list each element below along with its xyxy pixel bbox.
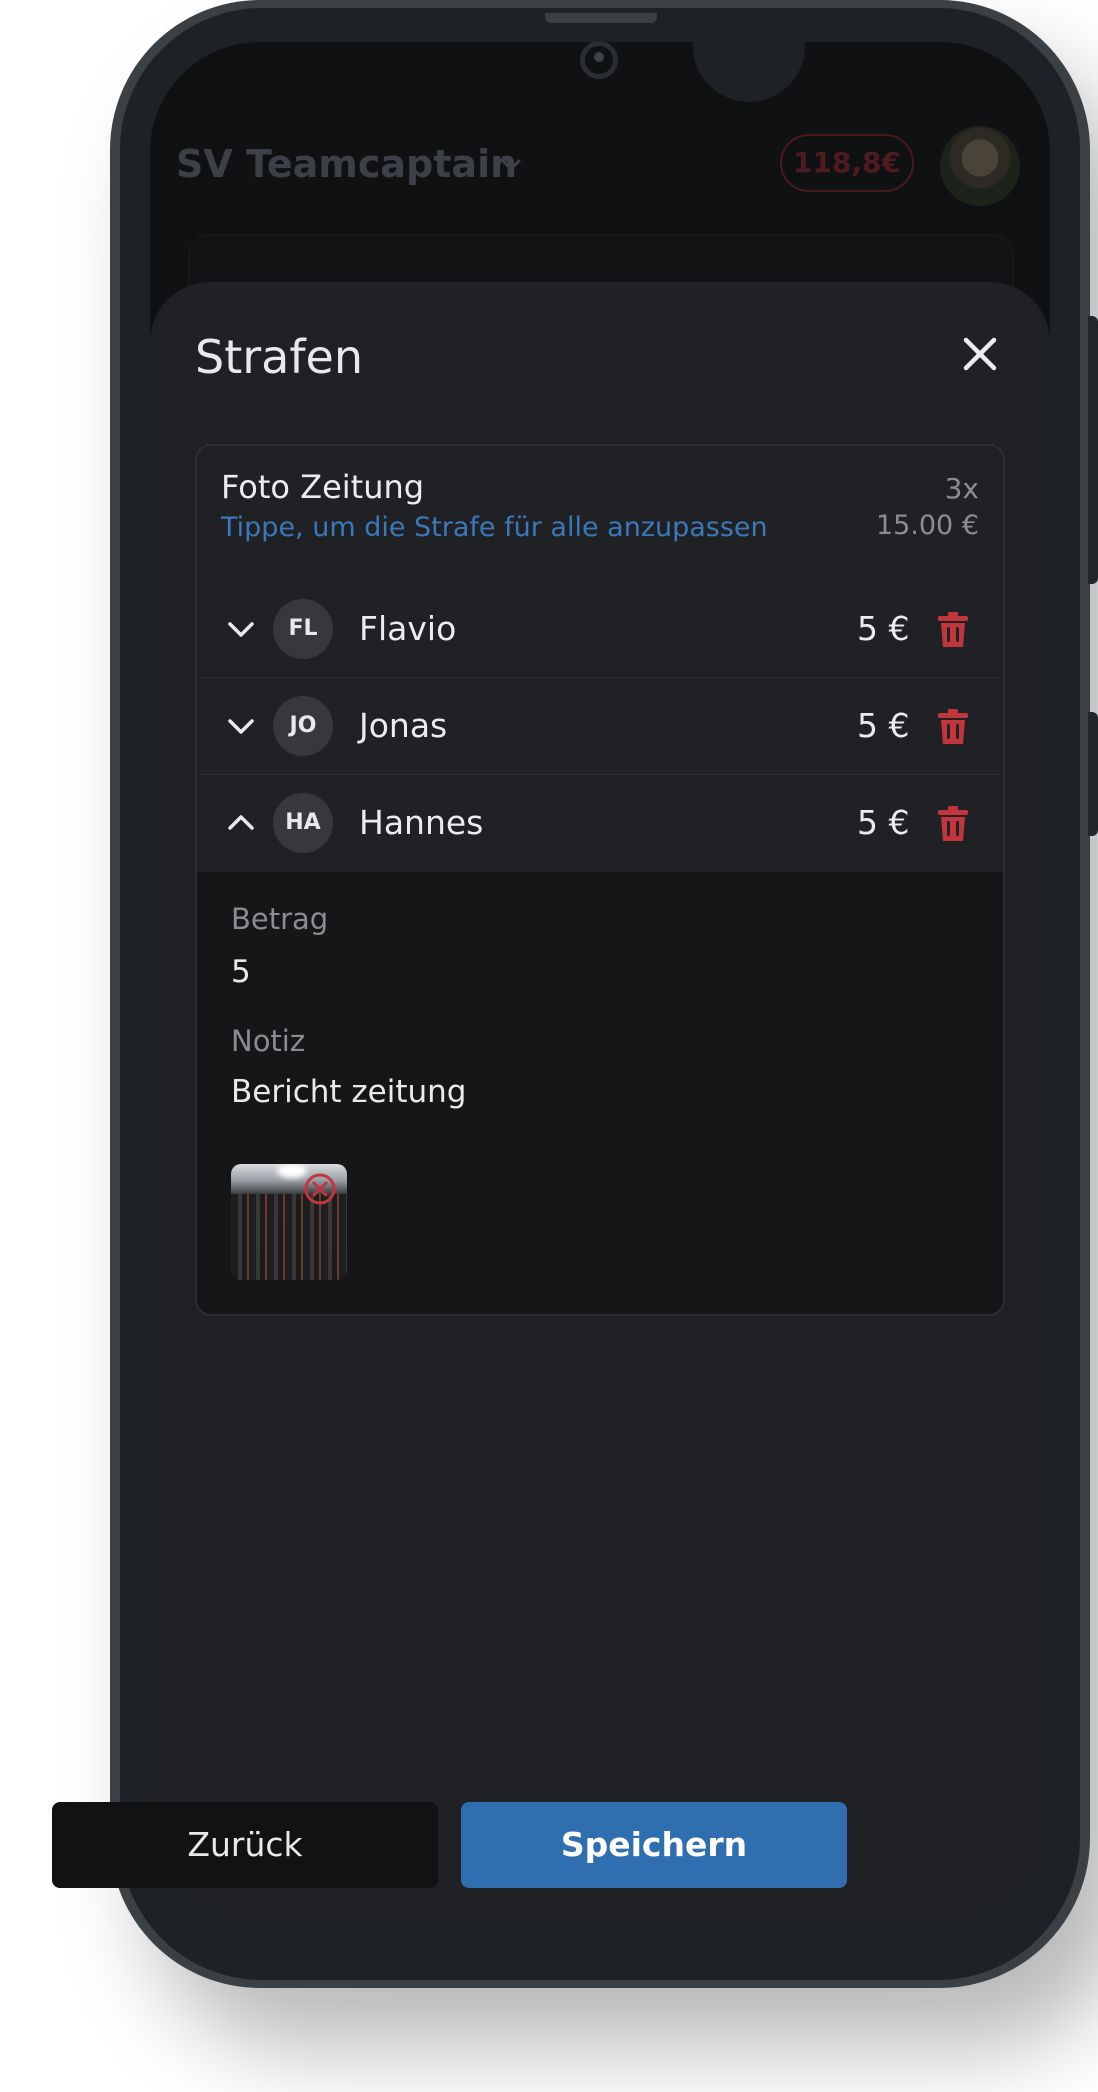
note-label: Notiz: [231, 1024, 306, 1058]
member-initials: HA: [273, 793, 333, 853]
chevron-down-icon[interactable]: [227, 714, 255, 738]
penalty-total: 15.00 €: [875, 510, 979, 541]
photo-content: [231, 1194, 347, 1280]
camera-icon: [580, 41, 618, 79]
member-row-flavio[interactable]: FL Flavio 5 €: [197, 581, 1003, 678]
member-amount: 5 €: [857, 609, 910, 648]
member-name: Flavio: [359, 609, 457, 648]
volume-button: [1088, 316, 1098, 584]
speaker-grille: [545, 13, 657, 23]
member-amount: 5 €: [857, 706, 910, 745]
member-amount: 5 €: [857, 803, 910, 842]
screen: SV Teamcaptain 118,8€ Strafen Foto Zeitu…: [150, 42, 1050, 1922]
remove-photo-icon[interactable]: [303, 1172, 337, 1206]
member-name: Hannes: [359, 803, 484, 842]
penalty-name: Foto Zeitung: [221, 468, 425, 506]
chevron-up-icon[interactable]: [227, 811, 255, 835]
member-name: Jonas: [359, 706, 448, 745]
penalty-card: Foto Zeitung Tippe, um die Strafe für al…: [195, 444, 1005, 1316]
amount-label: Betrag: [231, 902, 329, 936]
balance-badge[interactable]: 118,8€: [780, 134, 914, 192]
team-name[interactable]: SV Teamcaptain: [176, 142, 517, 186]
amount-field[interactable]: 5: [231, 954, 251, 990]
member-row-hannes[interactable]: HA Hannes 5 €: [197, 775, 1003, 872]
trash-icon[interactable]: [937, 611, 969, 649]
chevron-down-icon[interactable]: [500, 154, 522, 176]
chevron-down-icon[interactable]: [227, 617, 255, 641]
close-icon[interactable]: [960, 334, 1000, 374]
note-field[interactable]: Bericht zeitung: [231, 1074, 466, 1110]
save-button[interactable]: Speichern: [461, 1802, 847, 1888]
member-initials: JO: [273, 696, 333, 756]
penalty-adjust-all-link[interactable]: Tippe, um die Strafe für alle anzupassen: [221, 512, 768, 543]
penalty-count: 3x: [944, 472, 979, 505]
trash-icon[interactable]: [937, 805, 969, 843]
sheet-title: Strafen: [195, 330, 363, 384]
member-initials: FL: [273, 599, 333, 659]
back-button[interactable]: Zurück: [52, 1802, 438, 1888]
member-details-panel: Betrag 5 Notiz Bericht zeitung: [197, 872, 1003, 1314]
member-row-jonas[interactable]: JO Jonas 5 €: [197, 678, 1003, 775]
trash-icon[interactable]: [937, 708, 969, 746]
attached-photo[interactable]: [231, 1164, 347, 1280]
bottom-sheet: Strafen Foto Zeitung Tippe, um die Straf…: [150, 282, 1050, 1922]
avatar[interactable]: [940, 126, 1020, 206]
power-button: [1088, 712, 1098, 836]
